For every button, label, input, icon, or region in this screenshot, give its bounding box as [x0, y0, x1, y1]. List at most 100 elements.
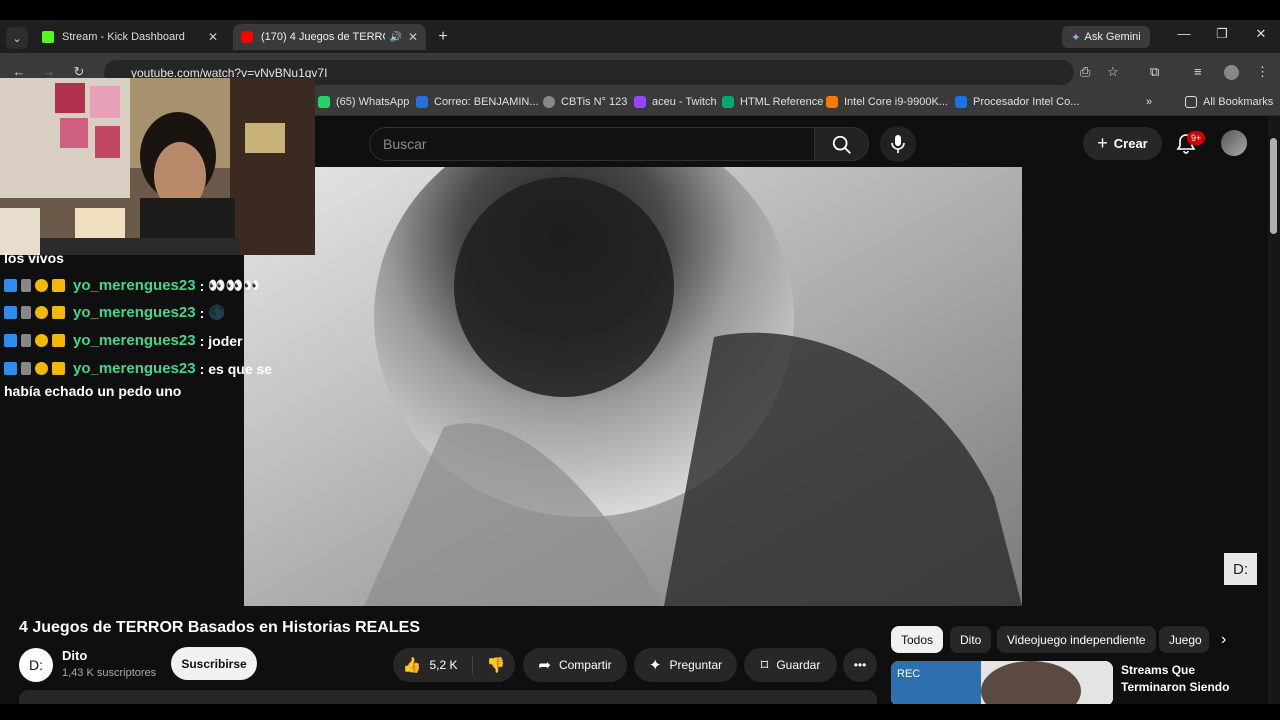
rec-tag: REC — [897, 668, 920, 680]
webcam-feed — [0, 78, 315, 255]
crown-badge-icon — [52, 362, 65, 375]
tab-youtube-video[interactable]: (170) 4 Juegos de TERROR B 🔊 ✕ — [233, 24, 426, 50]
restore-button[interactable]: ❐ — [1212, 26, 1232, 42]
subscribe-button[interactable]: Suscribirse — [171, 647, 257, 680]
chat-badges — [4, 362, 69, 375]
more-horizontal-icon: ••• — [853, 658, 867, 672]
chat-username[interactable]: yo_merengues23 — [73, 277, 196, 294]
twitch-icon — [634, 96, 646, 108]
gemini-label: Ask Gemini — [1084, 31, 1141, 43]
media-control-icon[interactable]: ≡ — [1194, 64, 1202, 79]
bookmark-intel-i9[interactable]: Intel Core i9-9900K... — [826, 96, 948, 108]
video-frame — [244, 167, 1022, 606]
search-icon — [832, 135, 851, 154]
more-actions-button[interactable]: ••• — [843, 648, 877, 682]
notification-badge: 9+ — [1187, 131, 1206, 145]
speaker-icon[interactable]: 🔊 — [389, 32, 401, 43]
chat-message: yo_merengues23 : 🌑 — [4, 304, 226, 321]
window-close-button[interactable]: ✕ — [1251, 26, 1271, 42]
search-input[interactable] — [369, 127, 815, 161]
share-button[interactable]: ➦ Compartir — [523, 648, 627, 682]
like-button[interactable]: 👍 5,2 K — [403, 656, 473, 674]
verified-badge-icon — [4, 362, 17, 375]
install-app-icon[interactable]: ⎙ — [1080, 64, 1090, 80]
chip-videojuego-independiente[interactable]: Videojuego independiente — [997, 626, 1156, 653]
chat-username[interactable]: yo_merengues23 — [73, 332, 196, 349]
create-button[interactable]: + Crear — [1083, 127, 1162, 160]
chips-next-chevron-icon[interactable]: › — [1213, 626, 1243, 653]
bookmark-label: HTML Reference — [740, 96, 824, 108]
chat-message-text: 🌑 — [208, 304, 226, 320]
chip-dito[interactable]: Dito — [950, 626, 992, 653]
scrollbar-thumb[interactable] — [1270, 138, 1277, 234]
crown-badge-icon — [52, 306, 65, 319]
gemini-icon: ✦ — [1071, 31, 1081, 44]
chat-username[interactable]: yo_merengues23 — [73, 360, 196, 377]
forward-button[interactable]: → — [40, 64, 58, 79]
more-bookmarks-chevron-icon[interactable]: » — [1146, 96, 1152, 108]
kick-icon — [42, 31, 54, 43]
chat-separator: : — [199, 277, 205, 294]
bookmark-correo[interactable]: Correo: BENJAMIN... — [416, 96, 539, 108]
shield-badge-icon — [21, 279, 31, 292]
chip-todos[interactable]: Todos — [891, 626, 944, 653]
plus-icon: + — [1097, 133, 1108, 153]
chat-badges — [4, 334, 69, 347]
extensions-icon[interactable]: ⧉ — [1150, 64, 1159, 80]
account-avatar[interactable] — [1221, 130, 1247, 156]
bookmark-label: Correo: BENJAMIN... — [434, 96, 539, 108]
sparkle-icon: ✦ — [648, 657, 662, 674]
new-tab-button[interactable]: + — [434, 27, 452, 47]
bookmark-twitch[interactable]: aceu - Twitch — [634, 96, 717, 108]
ask-label: Preguntar — [669, 658, 723, 672]
search-placeholder: Buscar — [383, 136, 427, 152]
channel-avatar[interactable]: D: — [19, 648, 53, 682]
bookmark-procesador-intel[interactable]: Procesador Intel Co... — [955, 96, 1079, 108]
bookmark-html-reference[interactable]: HTML Reference — [722, 96, 823, 108]
recommendation-title[interactable]: Streams Que Terminaron Siendo — [1121, 662, 1261, 696]
shield-badge-icon — [21, 362, 31, 375]
recommendation-thumbnail[interactable]: REC — [891, 661, 1113, 706]
medal-badge-icon — [35, 279, 48, 292]
chip-juego[interactable]: Juego — [1159, 626, 1209, 653]
chat-message-text: joder — [208, 332, 243, 349]
video-overlay-label: D: — [1224, 553, 1257, 585]
bookmark-label: Intel Core i9-9900K... — [844, 96, 948, 108]
bookmark-cbtis[interactable]: CBTis N° 123 — [543, 96, 627, 108]
description-box[interactable] — [19, 690, 877, 704]
folder-icon — [1185, 96, 1197, 108]
tab-title: (170) 4 Juegos de TERROR B — [261, 31, 385, 43]
shield-badge-icon — [21, 334, 31, 347]
bookmark-star-icon[interactable]: ☆ — [1107, 64, 1119, 80]
doc-icon — [955, 96, 967, 108]
search-button[interactable] — [815, 127, 869, 161]
chat-message-continuation: había echado un pedo uno — [4, 383, 182, 399]
top-strip — [0, 0, 1280, 20]
chat-badges — [4, 306, 69, 319]
close-icon[interactable]: ✕ — [408, 30, 418, 44]
medal-badge-icon — [35, 306, 48, 319]
close-icon[interactable]: ✕ — [208, 30, 218, 44]
channel-name[interactable]: Dito — [62, 648, 87, 663]
menu-kebab-icon[interactable]: ⋮ — [1256, 64, 1269, 80]
chat-username[interactable]: yo_merengues23 — [73, 304, 196, 321]
save-button[interactable]: ⌑ Guardar — [744, 648, 837, 682]
voice-search-button[interactable] — [880, 126, 916, 162]
webcam-overlay — [0, 78, 315, 255]
w3schools-icon — [722, 96, 734, 108]
ask-button[interactable]: ✦ Preguntar — [634, 648, 737, 682]
minimize-button[interactable]: — — [1174, 26, 1194, 41]
profile-icon[interactable] — [1224, 65, 1239, 80]
bookmark-label: CBTis N° 123 — [561, 96, 628, 108]
back-button[interactable]: ← — [10, 64, 28, 79]
dislike-button[interactable]: 👎 — [473, 656, 506, 674]
save-label: Guardar — [776, 658, 821, 672]
video-player[interactable] — [244, 167, 1022, 606]
tab-kick-dashboard[interactable]: Stream - Kick Dashboard ✕ — [34, 24, 226, 50]
thumbnail-image: REC — [891, 661, 1113, 706]
verified-badge-icon — [4, 334, 17, 347]
bookmark-whatsapp[interactable]: (65) WhatsApp — [318, 96, 409, 108]
tab-search-button[interactable]: ⌄ — [6, 27, 28, 49]
ask-gemini-button[interactable]: ✦ Ask Gemini — [1062, 26, 1150, 48]
all-bookmarks-button[interactable]: All Bookmarks — [1185, 96, 1273, 108]
